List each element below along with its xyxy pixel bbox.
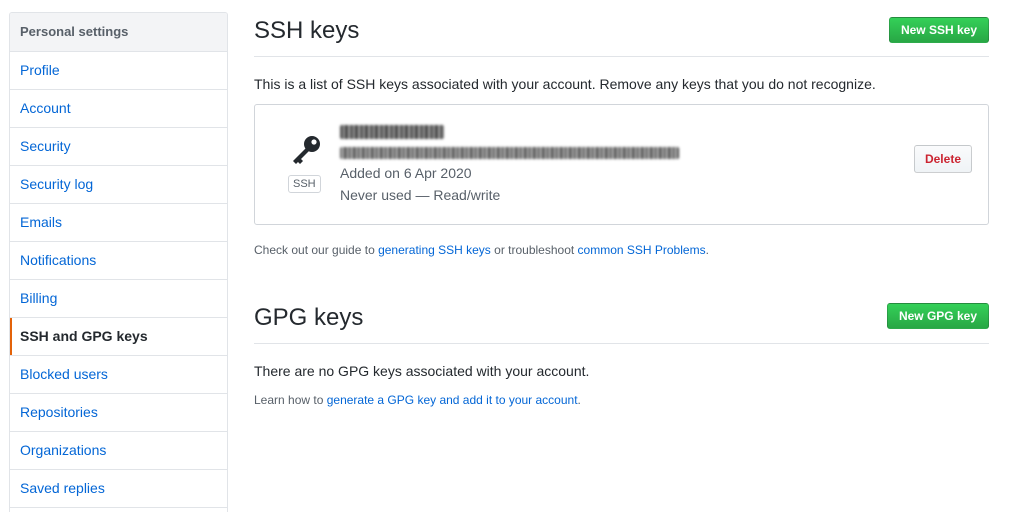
- common-ssh-problems-link[interactable]: common SSH Problems: [578, 243, 706, 257]
- key-icon: [290, 135, 322, 170]
- key-added-date: Added on 6 Apr 2020: [340, 165, 472, 181]
- key-usage: Never used — Read/write: [340, 187, 501, 203]
- learn-suffix: .: [577, 393, 581, 407]
- sidebar-item-security-log[interactable]: Security log: [10, 166, 227, 204]
- sidebar-item-account[interactable]: Account: [10, 90, 227, 128]
- ssh-key-item: SSH Added on 6 Apr 2020 Never used — Rea…: [254, 104, 989, 225]
- key-fingerprint-redacted: [340, 147, 679, 159]
- learn-prefix: Learn how to: [254, 393, 327, 407]
- settings-sidebar: Personal settings Profile Account Securi…: [9, 12, 228, 512]
- gpg-keys-title: GPG keys: [254, 304, 364, 331]
- new-gpg-key-button[interactable]: New GPG key: [886, 303, 989, 329]
- generate-gpg-key-link[interactable]: generate a GPG key and add it to your ac…: [327, 393, 578, 407]
- sidebar-item-saved-replies[interactable]: Saved replies: [10, 470, 227, 508]
- settings-main: SSH keys New SSH key This is a list of S…: [254, 0, 989, 407]
- sidebar-header: Personal settings: [10, 13, 227, 52]
- delete-ssh-key-button[interactable]: Delete: [913, 145, 972, 173]
- sidebar-item-blocked-users[interactable]: Blocked users: [10, 356, 227, 394]
- new-ssh-key-button[interactable]: New SSH key: [888, 17, 989, 43]
- gpg-learn-note: Learn how to generate a GPG key and add …: [254, 393, 581, 407]
- ssh-section-header: SSH keys New SSH key: [254, 0, 989, 57]
- ssh-keys-title: SSH keys: [254, 17, 360, 44]
- sidebar-item-repositories[interactable]: Repositories: [10, 394, 227, 432]
- gpg-empty-text: There are no GPG keys associated with yo…: [254, 363, 590, 379]
- sidebar-item-security[interactable]: Security: [10, 128, 227, 166]
- guide-prefix: Check out our guide to: [254, 243, 379, 257]
- key-title-redacted: [340, 125, 444, 139]
- sidebar-item-notifications[interactable]: Notifications: [10, 242, 227, 280]
- sidebar-item-profile[interactable]: Profile: [10, 52, 227, 90]
- sidebar-item-billing[interactable]: Billing: [10, 280, 227, 318]
- ssh-guide-note: Check out our guide to generating SSH ke…: [254, 243, 709, 257]
- ssh-description: This is a list of SSH keys associated wi…: [254, 76, 876, 92]
- ssh-type-badge: SSH: [288, 175, 321, 193]
- sidebar-item-emails[interactable]: Emails: [10, 204, 227, 242]
- guide-suffix: .: [705, 243, 709, 257]
- generating-ssh-keys-link[interactable]: generating SSH keys: [378, 243, 491, 257]
- gpg-section-header: GPG keys New GPG key: [254, 287, 989, 344]
- sidebar-item-organizations[interactable]: Organizations: [10, 432, 227, 470]
- guide-middle: or troubleshoot: [490, 243, 578, 257]
- sidebar-item-ssh-gpg-keys[interactable]: SSH and GPG keys: [10, 318, 227, 356]
